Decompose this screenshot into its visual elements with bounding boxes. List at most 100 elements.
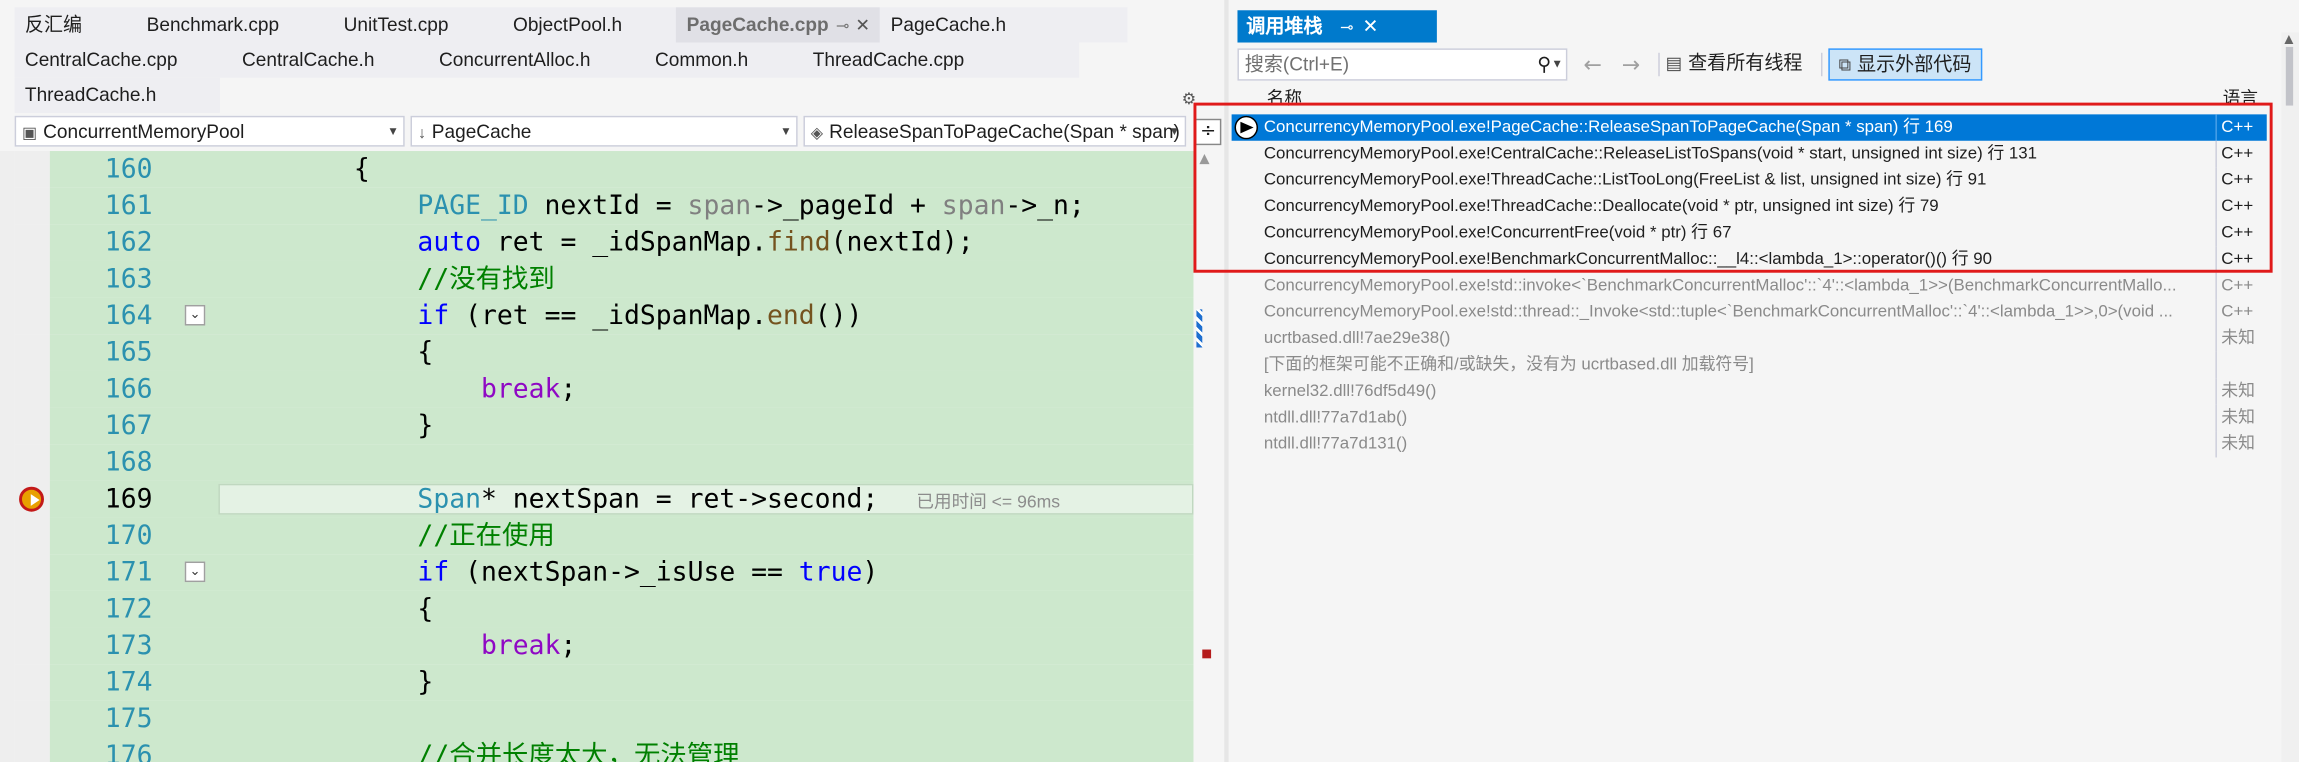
call-stack-frame[interactable]: ucrtbased.dll!7ae29e38() 未知: [1232, 325, 2267, 352]
forward-arrow-icon[interactable]: →: [1622, 48, 1640, 80]
document-tab[interactable]: CentralCache.cpp: [15, 43, 188, 78]
close-icon[interactable]: ✕: [855, 15, 870, 36]
glyph-margin[interactable]: [14, 260, 50, 298]
scroll-up-arrow-icon[interactable]: ▲: [2284, 32, 2293, 45]
code-text: //正在使用: [290, 518, 554, 555]
glyph-margin[interactable]: [14, 627, 50, 665]
document-tab[interactable]: ConcurrentAlloc.h: [429, 43, 601, 78]
code-line[interactable]: 161 PAGE_ID nextId = span->_pageId + spa…: [14, 187, 1194, 225]
document-tab[interactable]: Benchmark.cpp: [136, 7, 289, 42]
code-line[interactable]: 174 }: [14, 664, 1194, 701]
call-stack-frame[interactable]: ntdll.dll!77a7d131() 未知: [1232, 431, 2267, 458]
code-line-background: [49, 700, 1194, 738]
code-line[interactable]: 168: [14, 444, 1194, 481]
document-tab[interactable]: ThreadCache.cpp: [802, 43, 974, 78]
search-input[interactable]: 搜索(Ctrl+E) ⚲ ▼: [1237, 48, 1568, 81]
project-icon: ▣: [21, 124, 38, 143]
document-tab[interactable]: PageCache.h: [880, 7, 1016, 42]
call-stack-frame[interactable]: ntdll.dll!77a7d1ab() 未知: [1232, 404, 2267, 432]
document-tab-label: Common.h: [654, 48, 749, 71]
code-text: //没有找到: [290, 261, 554, 298]
call-stack-frame[interactable]: ConcurrencyMemoryPool.exe!std::thread::_…: [1232, 299, 2267, 326]
show-external-code-button[interactable]: ⧉ 显示外部代码: [1828, 48, 1982, 81]
code-line[interactable]: 167 }: [14, 407, 1194, 445]
frame-language: 未知: [2221, 329, 2256, 348]
code-token: nextId =: [528, 190, 688, 222]
member-dropdown[interactable]: ◈ ReleaseSpanToPageCache(Span * span) ▼: [803, 115, 1187, 147]
breakpoint-current-statement-icon[interactable]: [19, 486, 44, 512]
code-editor[interactable]: 160 {161 PAGE_ID nextId = span->_pageId …: [14, 151, 1194, 762]
document-tab[interactable]: ObjectPool.h: [503, 7, 633, 42]
code-line[interactable]: 165 {: [14, 334, 1194, 371]
frame-name: ConcurrencyMemoryPool.exe!std::invoke<`B…: [1263, 277, 2177, 295]
glyph-margin[interactable]: [14, 664, 50, 701]
code-line[interactable]: 172 {: [14, 590, 1194, 628]
code-token: (ret == _idSpanMap.: [449, 300, 768, 332]
scope-dropdown[interactable]: ↓ PageCache ▼: [410, 115, 798, 147]
code-text: }: [290, 408, 433, 445]
glyph-margin[interactable]: [14, 224, 50, 261]
code-text: {: [290, 151, 370, 188]
code-line-background: [49, 627, 1194, 665]
call-stack-frame[interactable]: ConcurrencyMemoryPool.exe!std::invoke<`B…: [1232, 272, 2267, 300]
code-line[interactable]: 175: [14, 700, 1194, 738]
glyph-margin[interactable]: [14, 590, 50, 628]
glyph-margin[interactable]: [14, 187, 50, 225]
glyph-margin[interactable]: [14, 151, 50, 188]
code-line[interactable]: 160 {: [14, 151, 1194, 188]
glyph-margin[interactable]: [14, 297, 50, 335]
code-line[interactable]: 173 break;: [14, 627, 1194, 665]
document-tab[interactable]: ThreadCache.h: [15, 78, 167, 113]
view-all-threads-button[interactable]: ▤ 查看所有线程: [1666, 48, 1803, 80]
project-dropdown[interactable]: ▣ ConcurrentMemoryPool ▼: [14, 115, 405, 147]
call-stack-tab[interactable]: 调用堆栈 ⊸ ✕: [1237, 10, 1437, 43]
code-line[interactable]: 163 //没有找到: [14, 260, 1194, 298]
scrollbar-thumb[interactable]: [2285, 46, 2294, 106]
code-line[interactable]: 171 ⌄ if (nextSpan->_isUse == true): [14, 554, 1194, 591]
document-tab-row-3: ThreadCache.h: [14, 77, 220, 113]
document-tab[interactable]: PageCache.cpp ⊸ ✕: [676, 7, 881, 43]
call-stack-frame[interactable]: kernel32.dll!76df5d49() 未知: [1232, 378, 2267, 405]
glyph-margin[interactable]: [14, 407, 50, 445]
close-icon[interactable]: ✕: [1362, 15, 1378, 37]
glyph-margin[interactable]: [14, 700, 50, 738]
fold-chevron-icon[interactable]: ⌄: [184, 561, 206, 583]
pin-icon[interactable]: ⊸: [836, 18, 850, 36]
document-tab[interactable]: 反汇编: [15, 7, 93, 42]
code-text: if (nextSpan->_isUse == true): [290, 554, 878, 591]
search-placeholder: 搜索(Ctrl+E): [1244, 52, 1350, 75]
code-line[interactable]: 166 break;: [14, 370, 1194, 408]
glyph-margin[interactable]: [14, 517, 50, 555]
line-number: 161: [104, 190, 153, 222]
chevron-down-icon[interactable]: ▼: [1551, 50, 1563, 79]
glyph-margin[interactable]: [14, 444, 50, 481]
code-line[interactable]: 164 ⌄ if (ret == _idSpanMap.end()): [14, 297, 1194, 335]
pin-icon[interactable]: ⊸: [1340, 19, 1354, 37]
line-number: 172: [104, 593, 153, 625]
fold-chevron-icon[interactable]: ⌄: [184, 304, 206, 326]
project-dropdown-value: ConcurrentMemoryPool: [43, 120, 245, 143]
document-tab[interactable]: UnitTest.cpp: [333, 7, 458, 42]
search-icon[interactable]: ⚲: [1537, 50, 1551, 79]
code-token: //正在使用: [417, 520, 555, 552]
code-line[interactable]: 176 //合并长度太大，无法管理: [14, 737, 1194, 762]
glyph-margin[interactable]: [14, 737, 50, 762]
call-stack-frame[interactable]: [下面的框架可能不正确和/或缺失，没有为 ucrtbased.dll 加载符号]: [1232, 351, 2267, 379]
code-text: if (ret == _idSpanMap.end()): [290, 298, 862, 335]
document-tab-label: ConcurrentAlloc.h: [438, 48, 591, 71]
glyph-margin[interactable]: [14, 554, 50, 591]
code-line[interactable]: 162 auto ret = _idSpanMap.find(nextId);: [14, 224, 1194, 261]
glyph-margin[interactable]: [14, 370, 50, 408]
document-tab[interactable]: Common.h: [645, 43, 759, 78]
frame-name: [下面的框架可能不正确和/或缺失，没有为 ucrtbased.dll 加载符号]: [1263, 356, 1754, 374]
back-arrow-icon[interactable]: ←: [1583, 48, 1601, 80]
code-token: PAGE_ID: [417, 190, 529, 222]
code-line[interactable]: 170 //正在使用: [14, 517, 1194, 555]
vertical-scrollbar[interactable]: ▲: [2281, 32, 2299, 762]
code-line-background: [49, 370, 1194, 408]
line-number: 162: [104, 227, 153, 259]
document-tab[interactable]: CentralCache.h: [232, 43, 385, 78]
code-line[interactable]: 169 Span* nextSpan = ret->second; 已用时间 <=…: [14, 480, 1194, 518]
glyph-margin[interactable]: [14, 334, 50, 371]
